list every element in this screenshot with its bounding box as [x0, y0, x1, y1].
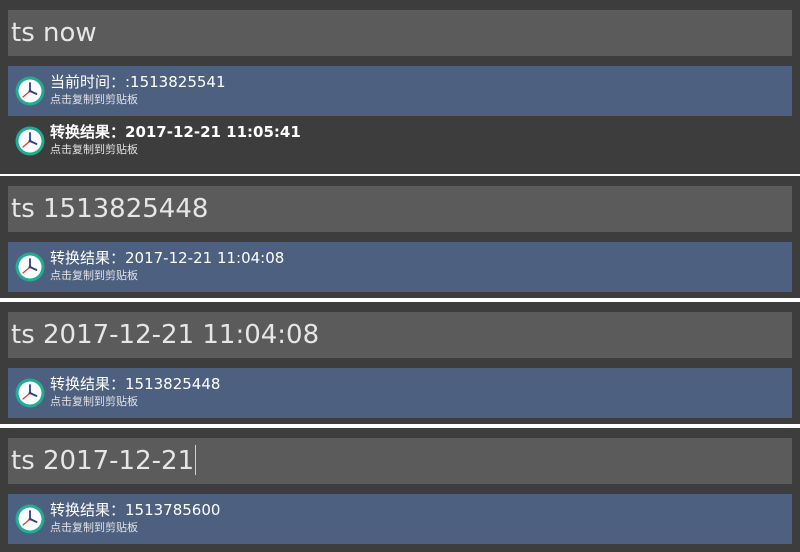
result-subtitle: 点击复制到剪贴板 [50, 143, 138, 156]
query-input[interactable]: ts 2017-12-21 11:04:08 [8, 312, 792, 358]
result-title: 转换结果：1513825448 [50, 375, 221, 393]
launcher-panel-2: ts 1513825448 转换结果：2017-12-21 11:04:08 点… [0, 176, 800, 298]
result-subtitle: 点击复制到剪贴板 [50, 93, 138, 106]
result-subtitle: 点击复制到剪贴板 [50, 521, 138, 534]
clock-icon [15, 378, 45, 408]
result-subtitle: 点击复制到剪贴板 [50, 269, 138, 282]
query-input[interactable]: ts now [8, 10, 792, 56]
clock-icon [15, 252, 45, 282]
result-item[interactable]: 转换结果：1513785600 点击复制到剪贴板 [8, 494, 792, 544]
query-text: ts 2017-12-21 [11, 446, 195, 476]
clock-icon [15, 76, 45, 106]
text-caret [195, 444, 197, 475]
result-item[interactable]: 转换结果：1513825448 点击复制到剪贴板 [8, 368, 792, 418]
launcher-panel-3: ts 2017-12-21 11:04:08 转换结果：1513825448 点… [0, 302, 800, 424]
result-title: 当前时间：:1513825541 [50, 73, 226, 91]
query-text: ts 1513825448 [11, 194, 209, 224]
result-item[interactable]: 转换结果：2017-12-21 11:05:41 点击复制到剪贴板 [8, 116, 792, 166]
clock-icon [15, 126, 45, 156]
query-input[interactable]: ts 1513825448 [8, 186, 792, 232]
launcher-panel-4: ts 2017-12-21 转换结果：1513785600 点击复制到剪贴板 [0, 428, 800, 552]
launcher-panel-1: ts now 当前时间：:1513825541 点击复制到剪贴板 转换结果：20… [0, 0, 800, 174]
result-title: 转换结果：2017-12-21 11:04:08 [50, 249, 285, 267]
query-text: ts now [11, 18, 97, 48]
query-text: ts 2017-12-21 11:04:08 [11, 320, 320, 350]
result-item[interactable]: 转换结果：2017-12-21 11:04:08 点击复制到剪贴板 [8, 242, 792, 292]
result-title: 转换结果：1513785600 [50, 501, 221, 519]
clock-icon [15, 504, 45, 534]
result-item[interactable]: 当前时间：:1513825541 点击复制到剪贴板 [8, 66, 792, 116]
result-title: 转换结果：2017-12-21 11:05:41 [50, 123, 301, 141]
query-input[interactable]: ts 2017-12-21 [8, 438, 792, 484]
result-subtitle: 点击复制到剪贴板 [50, 395, 138, 408]
